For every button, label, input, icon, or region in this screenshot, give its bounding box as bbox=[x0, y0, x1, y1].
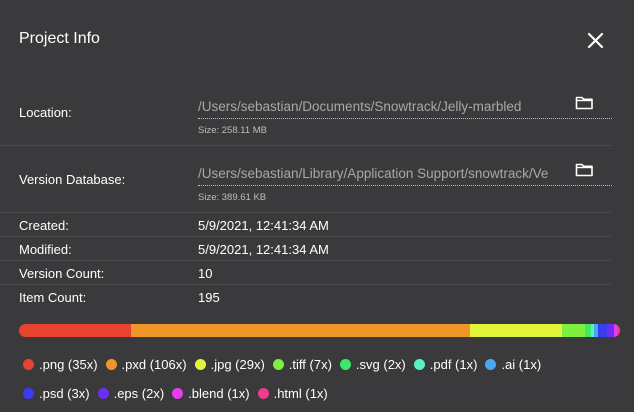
legend-label: .svg (2x) bbox=[355, 357, 406, 372]
location-size: Size: 258.11 MB bbox=[198, 125, 268, 136]
legend-item: .psd (3x) bbox=[23, 386, 90, 401]
legend-item: .tiff (7x) bbox=[272, 357, 332, 372]
version-database-path-input[interactable] bbox=[198, 166, 566, 181]
legend-label: .pdf (1x) bbox=[429, 357, 478, 372]
legend-label: .png (35x) bbox=[39, 357, 98, 372]
legend-dot-icon bbox=[272, 359, 284, 370]
version-database-folder-icon[interactable] bbox=[575, 162, 594, 177]
legend-dot-icon bbox=[105, 359, 117, 370]
bar-segment bbox=[19, 324, 131, 337]
legend-dot-icon bbox=[339, 359, 351, 370]
bar-segment bbox=[597, 324, 608, 337]
legend-label: .html (1x) bbox=[273, 386, 328, 401]
version-database-label: Version Database: bbox=[19, 172, 126, 187]
legend-item: .svg (2x) bbox=[339, 357, 406, 372]
bar-segment bbox=[616, 324, 620, 337]
bar-segment bbox=[130, 324, 470, 337]
location-folder-icon[interactable] bbox=[575, 95, 594, 110]
legend-item: .blend (1x) bbox=[172, 386, 250, 401]
created-label: Created: bbox=[19, 218, 69, 233]
legend-dot-icon bbox=[23, 388, 34, 399]
legend-dot-icon bbox=[97, 388, 109, 399]
legend-item: .pxd (106x) bbox=[105, 357, 187, 372]
legend-dot-icon bbox=[172, 388, 184, 399]
legend-dot-icon bbox=[257, 388, 269, 399]
legend-dot-icon bbox=[23, 359, 34, 370]
legend-item: .jpg (29x) bbox=[194, 357, 265, 372]
legend-label: .psd (3x) bbox=[39, 386, 90, 401]
legend-item: .pdf (1x) bbox=[413, 357, 478, 372]
legend-dot-icon bbox=[194, 359, 206, 370]
legend-label: .eps (2x) bbox=[113, 386, 165, 401]
file-type-distribution-bar bbox=[19, 324, 620, 337]
modified-value: 5/9/2021, 12:41:34 AM bbox=[198, 242, 329, 257]
legend-label: .blend (1x) bbox=[188, 386, 250, 401]
version-count-value: 10 bbox=[198, 266, 213, 281]
item-count-value: 195 bbox=[198, 290, 220, 305]
bar-segment bbox=[469, 324, 563, 337]
divider bbox=[0, 260, 612, 261]
legend-item: .eps (2x) bbox=[97, 386, 165, 401]
legend-label: .ai (1x) bbox=[501, 357, 542, 372]
created-value: 5/9/2021, 12:41:34 AM bbox=[198, 218, 329, 233]
legend-label: .jpg (29x) bbox=[210, 357, 265, 372]
divider bbox=[0, 212, 612, 213]
location-field: Size: 258.11 MB bbox=[198, 99, 612, 136]
legend-dot-icon bbox=[485, 359, 497, 370]
version-database-size: Size: 389.61 KB bbox=[198, 192, 267, 203]
legend-item: .ai (1x) bbox=[485, 357, 541, 372]
location-label: Location: bbox=[19, 105, 72, 120]
bar-segment bbox=[562, 324, 585, 337]
divider bbox=[0, 284, 612, 285]
legend-item: .html (1x) bbox=[257, 386, 328, 401]
dialog-title: Project Info bbox=[19, 30, 100, 47]
close-icon[interactable] bbox=[586, 31, 605, 50]
legend-label: .pxd (106x) bbox=[121, 357, 187, 372]
legend-dot-icon bbox=[413, 359, 425, 370]
divider bbox=[0, 145, 612, 146]
item-count-label: Item Count: bbox=[19, 290, 87, 305]
version-database-field: Size: 389.61 KB bbox=[198, 166, 612, 203]
legend-label: .tiff (7x) bbox=[288, 357, 332, 372]
legend-item: .png (35x) bbox=[23, 357, 98, 372]
divider bbox=[0, 236, 612, 237]
modified-label: Modified: bbox=[19, 242, 72, 257]
location-underline bbox=[198, 118, 612, 119]
version-count-label: Version Count: bbox=[19, 266, 105, 281]
file-type-legend: .png (35x) .pxd (106x) .jpg (29x) .tiff (7x… bbox=[23, 357, 613, 401]
version-database-underline bbox=[198, 185, 612, 186]
location-path-input[interactable] bbox=[198, 99, 566, 114]
